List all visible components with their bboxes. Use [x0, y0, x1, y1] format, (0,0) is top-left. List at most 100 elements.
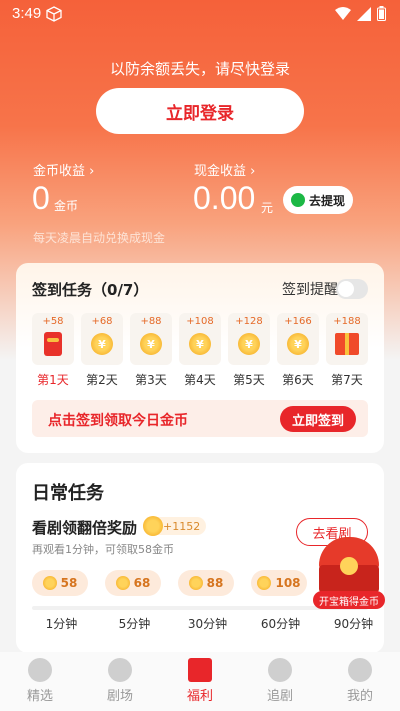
day-amount: +68 — [91, 316, 113, 327]
cash-unit: 元 — [261, 201, 274, 215]
day-label-6: 第6天 — [282, 373, 314, 387]
withdraw-label: 去提现 — [308, 193, 345, 208]
checkin-day-5[interactable]: +128 ¥ — [228, 313, 270, 365]
sign-in-button[interactable]: 立即签到 — [280, 406, 356, 432]
reminder-label: 签到提醒 — [282, 282, 338, 298]
auto-convert-note: 每天凌晨自动兑换成现金 — [33, 231, 166, 245]
coin-icon — [42, 576, 57, 590]
coin-icon: ¥ — [287, 333, 309, 355]
day-amount: +188 — [333, 316, 361, 327]
wechat-icon — [290, 193, 305, 207]
star-icon — [268, 658, 292, 682]
day-amount: +128 — [235, 316, 263, 327]
reward-minutes-label: 60分钟 — [260, 617, 301, 631]
coin-icon — [257, 576, 272, 590]
reward-pill: 108 — [251, 570, 307, 596]
coin-value: 0 — [32, 180, 50, 216]
status-bar: 3:49 — [0, 0, 400, 28]
day-label-3: 第3天 — [135, 373, 167, 387]
reward-coins: 108 — [275, 576, 301, 590]
treasure-label: 开宝箱得金币 — [313, 591, 385, 609]
reward-minutes-label: 90分钟 — [333, 617, 374, 631]
checkin-prompt-bar: 点击签到领取今日金币 立即签到 — [32, 400, 368, 437]
coin-icon: ¥ — [91, 333, 113, 355]
tv-icon — [108, 658, 132, 682]
tab-profile[interactable]: 我的 — [320, 652, 400, 711]
checkin-day-6[interactable]: +166 ¥ — [277, 313, 319, 365]
tab-label: 我的 — [346, 689, 373, 704]
tab-label: 剧场 — [106, 689, 133, 704]
day-label-1: 第1天 — [37, 373, 69, 387]
reward-minutes-label: 1分钟 — [45, 617, 78, 631]
wifi-icon — [335, 6, 351, 20]
coin-income-label: 金币收益 — [33, 164, 86, 179]
checkin-card: 签到任务（0/7） 签到提醒 +58 +68 ¥ +88 ¥ +108 ¥ +128 ¥… — [16, 263, 384, 453]
coin-icon: ¥ — [238, 333, 260, 355]
coin-icon — [143, 516, 163, 536]
toggle-knob — [338, 281, 354, 297]
tab-label: 福利 — [186, 689, 213, 704]
reward-minutes-label: 30分钟 — [187, 617, 228, 631]
day-amount: +108 — [186, 316, 214, 327]
checkin-day-7[interactable]: +188 — [326, 313, 368, 365]
cash-income-label: 现金收益 — [194, 164, 247, 179]
withdraw-button[interactable]: 去提现 — [283, 186, 353, 214]
task-subtitle: 再观看1分钟，可领取58金币 — [32, 543, 174, 556]
checkin-day-4[interactable]: +108 ¥ — [179, 313, 221, 365]
gift-box-icon — [335, 333, 359, 355]
task-name: 看剧领翻倍奖励 — [32, 519, 138, 537]
login-hint: 以防余额丢失，请尽快登录 — [109, 60, 290, 78]
task-bonus: +1152 — [163, 519, 201, 533]
checkin-days: +58 +68 ¥ +88 ¥ +108 ¥ +128 ¥ +166 ¥ +188 — [32, 313, 368, 365]
checkin-day-2[interactable]: +68 ¥ — [81, 313, 123, 365]
day-amount: +166 — [284, 316, 312, 327]
tab-label: 追剧 — [266, 689, 293, 704]
cash-value: 0.00 — [193, 180, 256, 216]
coin-icon — [188, 576, 203, 590]
coin-income-link[interactable]: 金币收益 › — [33, 160, 94, 179]
signal-icon — [357, 6, 371, 21]
chevron-right-icon: › — [89, 164, 95, 179]
checkin-day-1[interactable]: +58 — [32, 313, 74, 365]
status-time: 3:49 — [12, 5, 42, 22]
cube-icon — [46, 6, 62, 22]
checkin-day-3[interactable]: +88 ¥ — [130, 313, 172, 365]
reward-coins: 68 — [133, 576, 151, 590]
checkin-day-labels: 第1天 第2天 第3天 第4天 第5天 第6天 第7天 — [32, 371, 368, 388]
reward-coins: 58 — [60, 576, 78, 590]
bottom-tab-bar: 精选 剧场 福利 追剧 我的 — [0, 652, 400, 711]
profile-icon — [348, 658, 372, 682]
cash-income-link[interactable]: 现金收益 › — [194, 160, 255, 179]
day-label-2: 第2天 — [86, 373, 118, 387]
tab-welfare[interactable]: 福利 — [160, 652, 240, 711]
day-label-5: 第5天 — [233, 373, 265, 387]
day-amount: +58 — [42, 316, 64, 327]
reward-pill: 88 — [178, 570, 234, 596]
day-label-7: 第7天 — [331, 373, 363, 387]
reward-minutes-label: 5分钟 — [118, 617, 151, 631]
reward-pill: 58 — [32, 570, 88, 596]
reminder-toggle[interactable] — [336, 279, 368, 299]
login-button[interactable]: 立即登录 — [96, 88, 304, 134]
red-packet-icon — [188, 658, 212, 682]
reward-pills: 58 68 88 108 — [32, 570, 307, 596]
coin-icon — [115, 576, 130, 590]
checkin-prompt: 点击签到领取今日金币 — [48, 413, 188, 429]
play-icon — [340, 557, 358, 575]
coin-unit: 金币 — [54, 199, 79, 213]
battery-icon — [377, 6, 386, 21]
tab-theater[interactable]: 剧场 — [80, 652, 160, 711]
day-label-4: 第4天 — [184, 373, 216, 387]
checkin-title: 签到任务（0/7） — [32, 281, 149, 299]
reward-pill: 68 — [105, 570, 161, 596]
day-amount: +88 — [140, 316, 162, 327]
coin-icon: ¥ — [140, 333, 162, 355]
tab-featured[interactable]: 精选 — [0, 652, 80, 711]
chevron-right-icon: › — [250, 164, 256, 179]
reward-minutes: 1分钟 5分钟 30分钟 60分钟 90分钟 — [32, 615, 383, 632]
daily-title: 日常任务 — [32, 483, 104, 504]
tab-follow[interactable]: 追剧 — [240, 652, 320, 711]
treasure-chest-button[interactable]: 开宝箱得金币 — [313, 537, 385, 609]
tab-label: 精选 — [26, 689, 53, 704]
task-bonus-badge: +1152 — [143, 516, 207, 536]
